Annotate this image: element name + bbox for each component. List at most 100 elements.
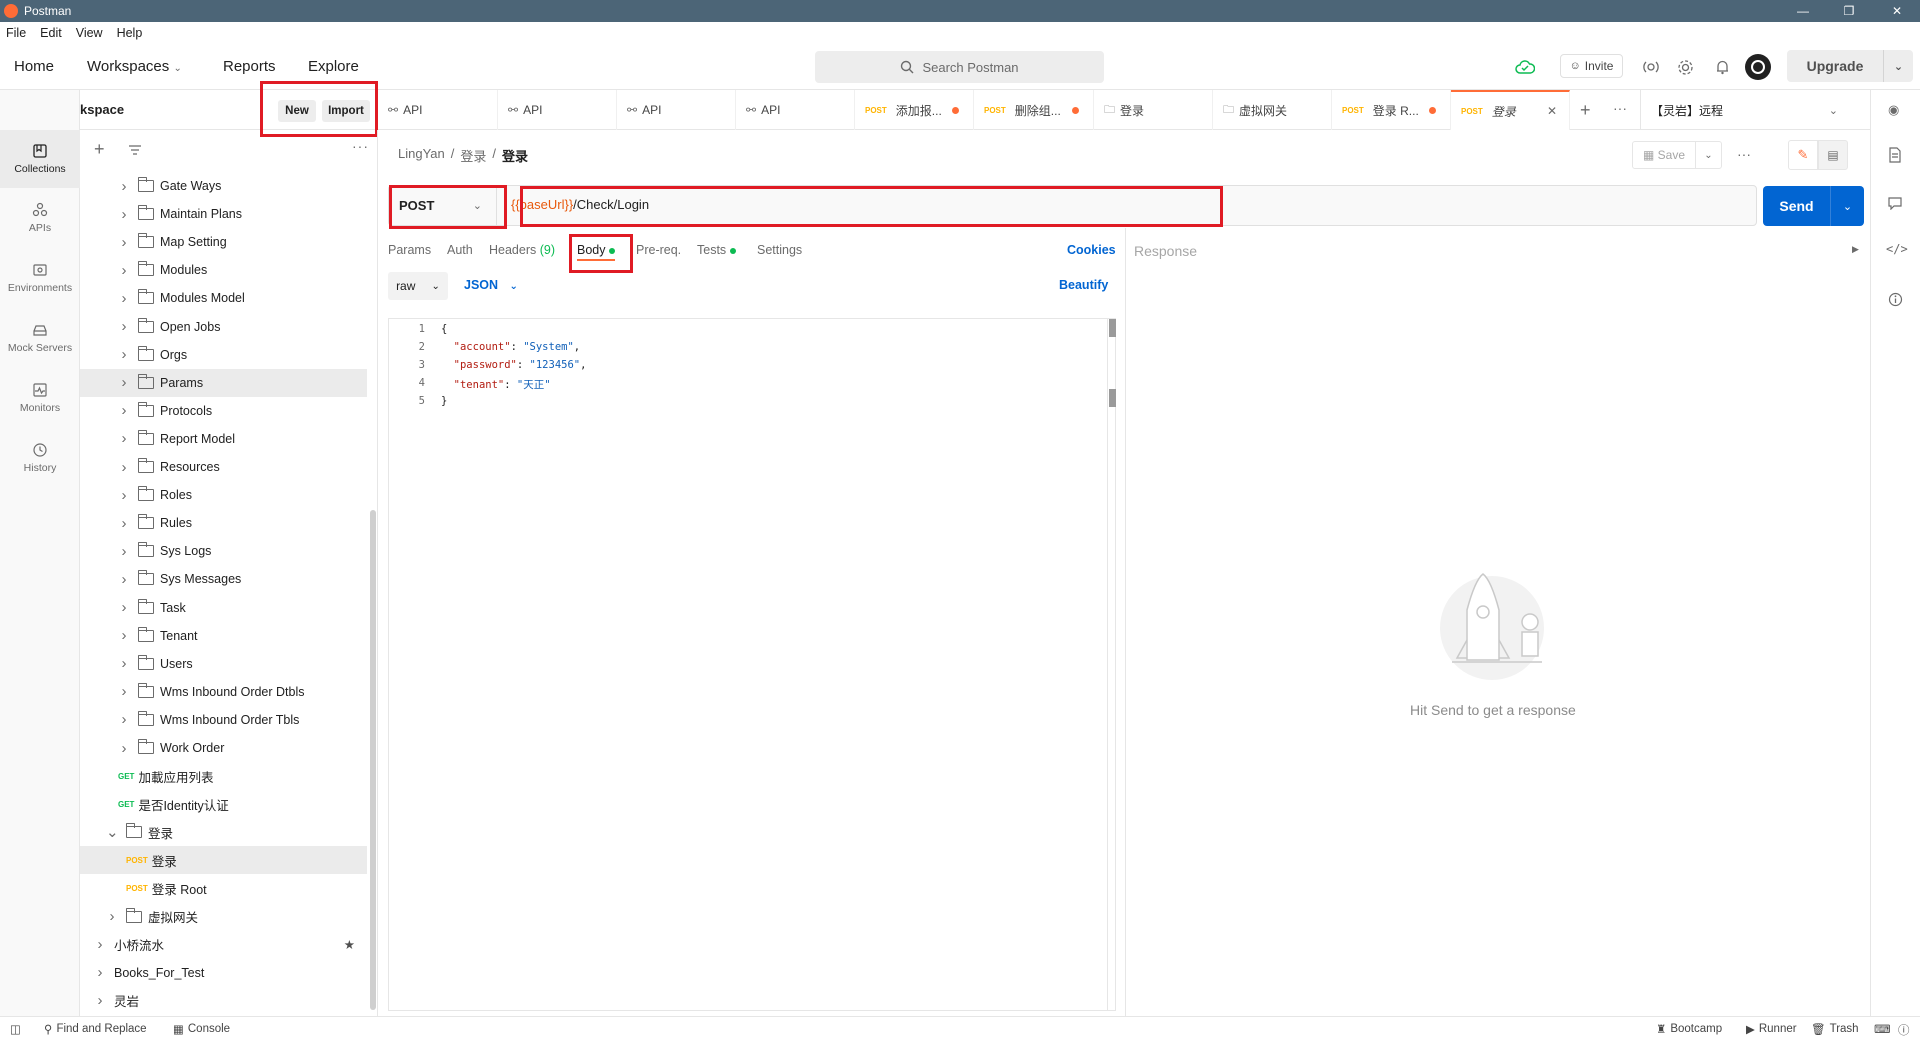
cookies-link[interactable]: Cookies: [1067, 243, 1116, 257]
folder-item[interactable]: › Users: [80, 650, 367, 678]
folder-item[interactable]: › Rules: [80, 509, 367, 537]
chevron-right-icon[interactable]: ›: [118, 627, 130, 644]
console-button[interactable]: ▦ Console: [173, 1022, 230, 1036]
menu-help[interactable]: Help: [117, 26, 143, 40]
editor-scrollbar[interactable]: [1109, 319, 1116, 337]
nav-reports[interactable]: Reports: [223, 58, 276, 75]
sidebar-search-input[interactable]: [148, 140, 348, 162]
folder-item[interactable]: › Task: [80, 594, 367, 622]
breadcrumb-request[interactable]: 登录: [502, 146, 528, 165]
folder-item[interactable]: › Sys Logs: [80, 537, 367, 565]
request-tab[interactable]: 🗀 登录: [1094, 90, 1213, 130]
avatar[interactable]: [1745, 54, 1771, 80]
folder-item[interactable]: › Gate Ways: [80, 172, 367, 200]
chevron-down-icon[interactable]: ⌄: [1695, 142, 1721, 168]
request-tab[interactable]: POST 添加报...: [855, 90, 974, 130]
chevron-right-icon[interactable]: ›: [118, 571, 130, 588]
tab-prereq[interactable]: Pre-req.: [636, 243, 681, 257]
folder-item[interactable]: › Map Setting: [80, 228, 367, 256]
folder-item[interactable]: › Report Model: [80, 425, 367, 453]
folder-item[interactable]: › Wms Inbound Order Tbls: [80, 706, 367, 734]
runner-button[interactable]: ▶ Runner: [1746, 1022, 1797, 1036]
tab-settings[interactable]: Settings: [757, 243, 802, 257]
comments-panel-icon[interactable]: [1888, 196, 1902, 210]
chevron-right-icon[interactable]: ›: [118, 206, 130, 223]
folder-item[interactable]: › Params: [80, 368, 367, 397]
body-format-select[interactable]: JSON ⌄: [464, 278, 518, 292]
chevron-right-icon[interactable]: ›: [118, 234, 130, 251]
rail-history[interactable]: History: [0, 430, 80, 486]
trash-button[interactable]: 🗑 Trash: [1811, 1022, 1859, 1036]
request-item[interactable]: POST 登录: [80, 846, 367, 875]
request-tab[interactable]: POST 登录 R...: [1332, 90, 1451, 130]
edit-pencil-icon[interactable]: ✎: [1788, 140, 1818, 170]
chevron-right-icon[interactable]: ›: [118, 487, 130, 504]
folder-item[interactable]: › Orgs: [80, 341, 367, 369]
body-mode-select[interactable]: raw ⌄: [388, 272, 448, 300]
folder-item[interactable]: › Wms Inbound Order Dtbls: [80, 678, 367, 706]
save-button[interactable]: ▦ Save ⌄: [1632, 141, 1722, 169]
tab-params[interactable]: Params: [388, 243, 431, 257]
folder-item[interactable]: › Roles: [80, 481, 367, 509]
body-editor[interactable]: 1 {2 "account": "System", 3 "password": "1…: [388, 318, 1116, 1011]
filter-icon[interactable]: [128, 144, 142, 156]
nav-workspaces[interactable]: Workspaces ⌄: [87, 58, 182, 75]
collapse-response-icon[interactable]: ▶: [1852, 244, 1859, 255]
request-item[interactable]: GET 加載应用列表: [80, 762, 367, 790]
folder-item[interactable]: › Resources: [80, 453, 367, 481]
tab-auth[interactable]: Auth: [447, 243, 473, 257]
chevron-right-icon[interactable]: ›: [118, 599, 130, 616]
folder-item[interactable]: ⌄ 登录: [80, 818, 367, 846]
restore-button[interactable]: ❐: [1826, 0, 1872, 22]
toggle-sidebar-icon[interactable]: ◫: [10, 1022, 21, 1036]
invite-button[interactable]: ☺ Invite: [1560, 54, 1623, 78]
request-item[interactable]: GET 是否Identity认证: [80, 790, 367, 818]
beautify-link[interactable]: Beautify: [1059, 278, 1108, 292]
request-tab[interactable]: 🗀 虚拟网关: [1213, 90, 1332, 130]
chevron-right-icon[interactable]: ›: [118, 262, 130, 279]
chevron-right-icon[interactable]: ›: [118, 655, 130, 672]
add-collection-icon[interactable]: +: [94, 140, 105, 158]
collection-item[interactable]: › Books_For_Test: [80, 959, 367, 987]
folder-item[interactable]: › Modules Model: [80, 284, 367, 312]
close-window-button[interactable]: ✕: [1874, 0, 1920, 22]
rail-environments[interactable]: Environments: [0, 250, 80, 306]
rail-collections[interactable]: Collections: [0, 130, 80, 188]
chevron-right-icon[interactable]: ›: [118, 740, 130, 757]
minimize-button[interactable]: —: [1780, 0, 1826, 22]
help-icon[interactable]: ⓘ: [1898, 1022, 1910, 1038]
search-input[interactable]: Search Postman: [815, 51, 1104, 83]
chevron-right-icon[interactable]: ›: [118, 711, 130, 728]
folder-item[interactable]: › 虚拟网关: [80, 903, 367, 931]
chevron-right-icon[interactable]: ›: [118, 430, 130, 447]
chevron-right-icon[interactable]: ›: [94, 992, 106, 1009]
menu-view[interactable]: View: [76, 26, 103, 40]
rail-monitors[interactable]: Monitors: [0, 370, 80, 426]
sync-status-icon[interactable]: [1514, 56, 1536, 78]
request-item[interactable]: POST 登录 Root: [80, 875, 367, 903]
satellite-icon[interactable]: [1640, 56, 1662, 78]
pane-divider[interactable]: [1125, 228, 1126, 1016]
sidebar-scrollbar[interactable]: [370, 510, 376, 1010]
bootcamp-button[interactable]: ♜ Bootcamp: [1656, 1022, 1722, 1036]
request-tab[interactable]: ⚯ API: [617, 90, 736, 130]
nav-home[interactable]: Home: [14, 58, 54, 75]
environment-eye-icon[interactable]: ◉: [1888, 90, 1908, 130]
chevron-right-icon[interactable]: ›: [118, 290, 130, 307]
close-tab-icon[interactable]: ✕: [1547, 104, 1557, 118]
breadcrumb-collection[interactable]: LingYan: [398, 146, 445, 165]
chevron-right-icon[interactable]: ›: [94, 964, 106, 981]
chevron-right-icon[interactable]: ›: [118, 683, 130, 700]
settings-gear-icon[interactable]: [1674, 56, 1696, 78]
chevron-right-icon[interactable]: ›: [118, 515, 130, 532]
folder-item[interactable]: › Tenant: [80, 622, 367, 650]
folder-item[interactable]: › Protocols: [80, 397, 367, 425]
menu-file[interactable]: File: [6, 26, 26, 40]
send-button[interactable]: Send ⌄: [1763, 186, 1864, 226]
chevron-right-icon[interactable]: ›: [118, 374, 130, 391]
request-tab[interactable]: ⚯ API: [498, 90, 617, 130]
tabs-more-icon[interactable]: ···: [1613, 100, 1627, 116]
chevron-right-icon[interactable]: ›: [118, 318, 130, 335]
folder-item[interactable]: › Modules: [80, 256, 367, 284]
code-snippet-icon[interactable]: </>: [1886, 242, 1908, 256]
